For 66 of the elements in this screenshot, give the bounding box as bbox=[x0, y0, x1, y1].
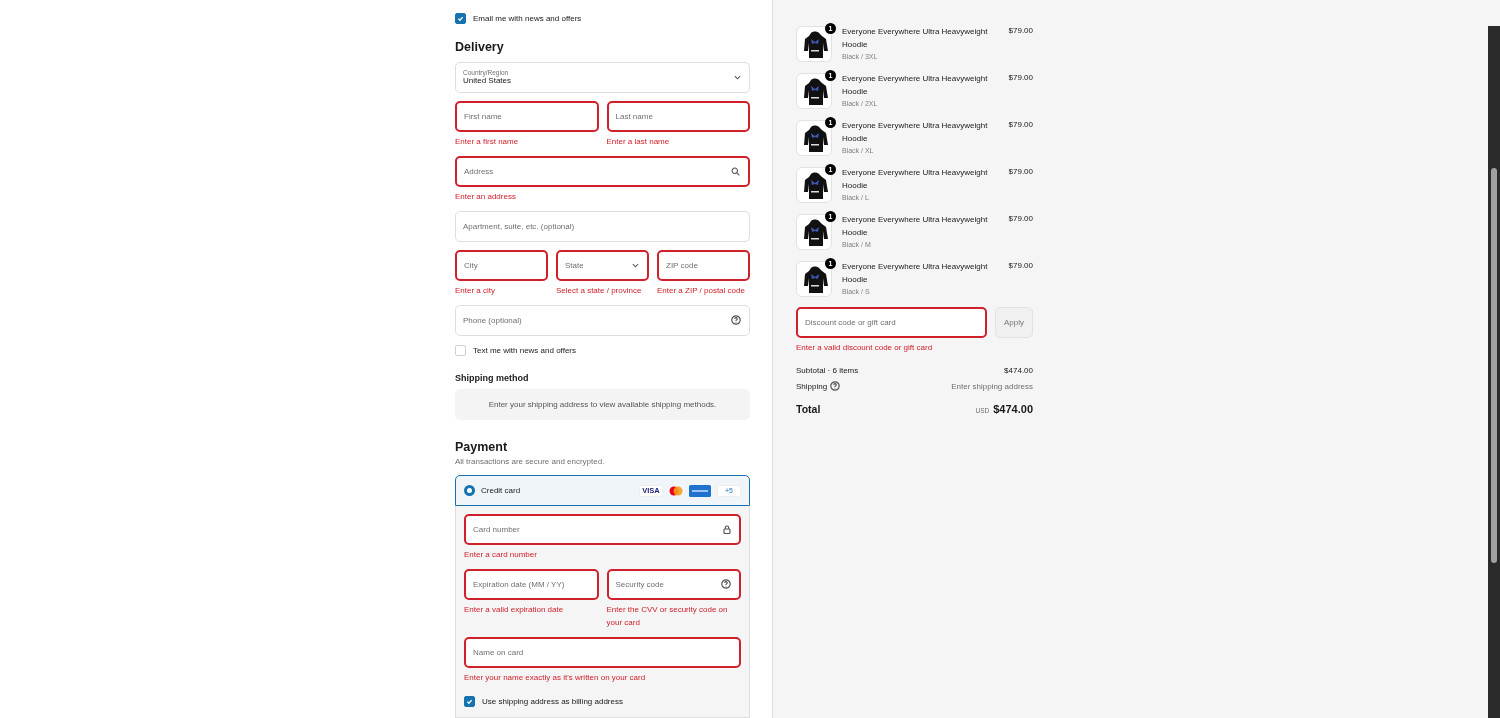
input-field[interactable]: City bbox=[455, 249, 548, 281]
product-name: Everyone Everywhere Ultra Heavyweight Hoodie bbox=[842, 26, 989, 51]
error-message: Enter a valid discount code or gift card bbox=[796, 342, 934, 354]
input-field[interactable]: First name bbox=[455, 100, 599, 132]
checkbox-label: Text me with news and offers bbox=[473, 345, 576, 355]
input-field[interactable]: Expiration date (MM / YY) bbox=[464, 569, 599, 600]
summary-label: Shipping bbox=[796, 381, 828, 391]
total-label: Total bbox=[796, 403, 821, 415]
product-price: $79.00 bbox=[1008, 214, 1033, 225]
input-field[interactable]: Last name bbox=[606, 100, 750, 132]
chevron-down-icon bbox=[632, 262, 639, 268]
product-price: $79.00 bbox=[1008, 261, 1033, 272]
total-value: $474.00 bbox=[993, 403, 1033, 415]
product-name: Everyone Everywhere Ultra Heavyweight Hoodie bbox=[842, 214, 989, 239]
search-icon bbox=[731, 166, 740, 176]
product-price: $79.00 bbox=[1008, 26, 1033, 37]
checkbox[interactable] bbox=[455, 13, 466, 24]
input-field[interactable]: Security code bbox=[606, 569, 741, 600]
amex-logo bbox=[689, 484, 711, 497]
error-message: Enter the CVV or security code on your card bbox=[606, 604, 729, 629]
lock-icon bbox=[723, 525, 731, 534]
summary-value: $474.00 bbox=[1004, 366, 1033, 375]
input-field[interactable]: Apartment, suite, etc. (optional) bbox=[455, 210, 750, 242]
input-field[interactable]: Address bbox=[455, 155, 750, 187]
check-icon bbox=[457, 15, 464, 22]
summary-value: Enter shipping address bbox=[951, 381, 1033, 391]
discount-field[interactable]: Discount code or gift card bbox=[796, 307, 987, 338]
product-name: Everyone Everywhere Ultra Heavyweight Hoodie bbox=[842, 73, 989, 98]
input-field[interactable]: Card number bbox=[464, 514, 741, 545]
section-heading: Payment bbox=[455, 440, 509, 455]
apply-button[interactable]: Apply bbox=[995, 307, 1033, 338]
help-icon bbox=[731, 315, 741, 326]
error-message: Enter a valid expiration date bbox=[464, 604, 565, 616]
chevron-down-icon bbox=[734, 74, 741, 80]
input-field[interactable]: ZIP code bbox=[657, 249, 750, 281]
section-subtitle: All transactions are secure and encrypted. bbox=[455, 457, 606, 467]
section-heading: Shipping method bbox=[455, 372, 530, 383]
error-message: Enter an address bbox=[455, 190, 517, 203]
error-message: Enter a first name bbox=[455, 135, 520, 148]
product-name: Everyone Everywhere Ultra Heavyweight Hoodie bbox=[842, 120, 989, 145]
error-message: Select a state / province bbox=[556, 284, 643, 297]
mastercard-logo bbox=[669, 485, 683, 496]
checkbox-label: Use shipping address as billing address bbox=[482, 697, 623, 706]
radio-button[interactable] bbox=[464, 485, 475, 497]
check-icon bbox=[466, 698, 473, 705]
summary-label: Subtotal · 6 items bbox=[796, 366, 859, 375]
error-message: Enter your name exactly as it's written on your card bbox=[464, 672, 647, 684]
checkbox[interactable] bbox=[464, 696, 475, 707]
input-field[interactable]: Phone (optional) bbox=[455, 304, 750, 336]
product-price: $79.00 bbox=[1008, 120, 1033, 131]
error-message: Enter a card number bbox=[464, 549, 538, 561]
scrollbar[interactable] bbox=[1488, 26, 1500, 718]
input-field[interactable]: Name on card bbox=[464, 637, 741, 668]
checkbox-label: Email me with news and offers bbox=[473, 14, 582, 23]
section-heading: Delivery bbox=[455, 40, 505, 54]
product-price: $79.00 bbox=[1008, 167, 1033, 178]
product-name: Everyone Everywhere Ultra Heavyweight Hoodie bbox=[842, 167, 989, 192]
shipping-notice: Enter your shipping address to view available shipping methods. bbox=[455, 388, 750, 421]
error-message: Enter a ZIP / postal code bbox=[657, 284, 746, 297]
select-field[interactable]: State bbox=[556, 249, 649, 281]
help-icon bbox=[721, 579, 731, 590]
error-message: Enter a last name bbox=[606, 135, 671, 148]
product-price: $79.00 bbox=[1008, 73, 1033, 84]
error-message: Enter a city bbox=[455, 284, 496, 297]
help-icon bbox=[830, 381, 841, 391]
product-name: Everyone Everywhere Ultra Heavyweight Hoodie bbox=[842, 261, 989, 286]
